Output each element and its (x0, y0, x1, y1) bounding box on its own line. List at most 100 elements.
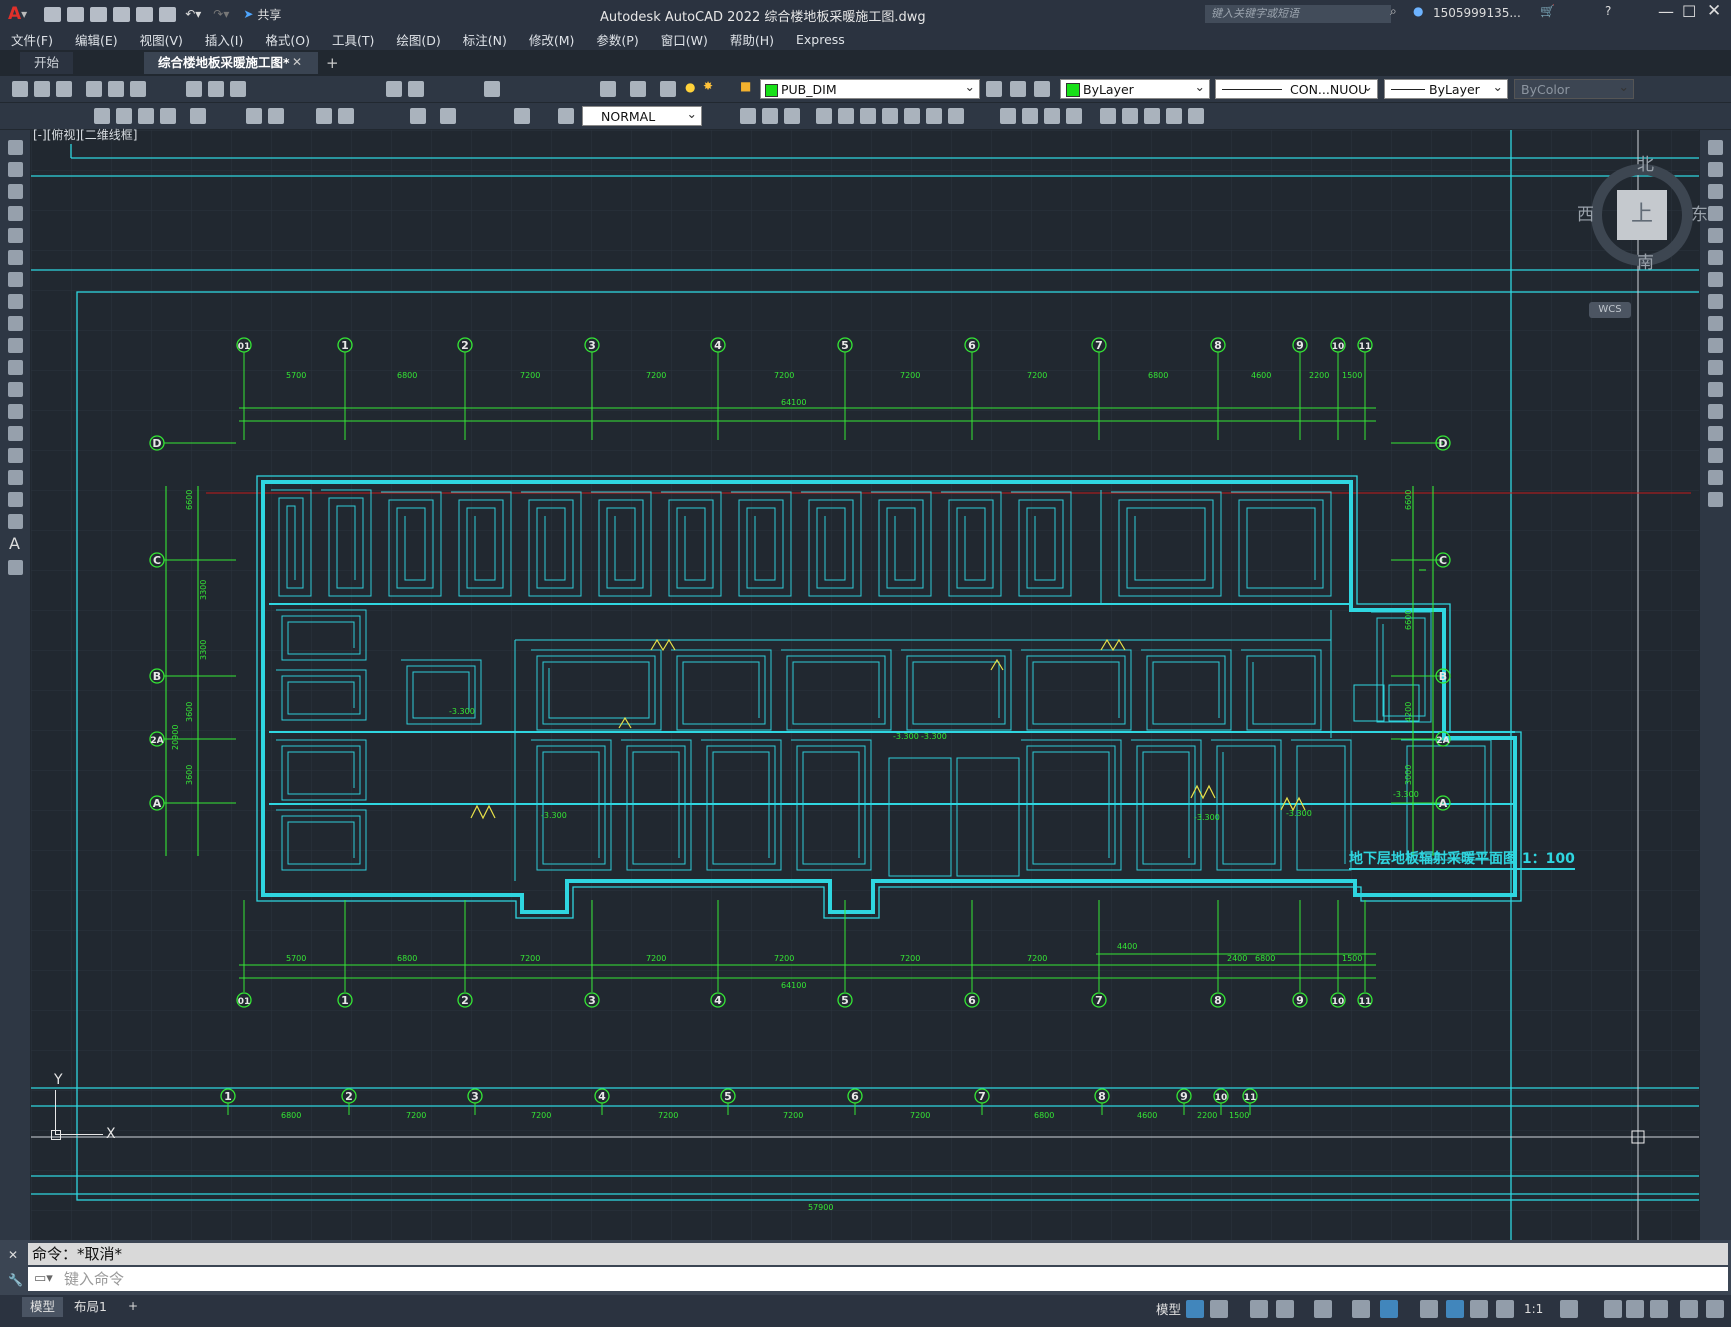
preview-icon[interactable] (108, 81, 124, 97)
wcs-button[interactable]: WCS (1589, 302, 1631, 318)
viewport-label[interactable]: [-][俯视][二维线框] (33, 126, 137, 143)
menu-express[interactable]: Express (796, 32, 845, 47)
break-icon[interactable] (1000, 108, 1016, 124)
join-right-icon[interactable] (1708, 404, 1723, 419)
hatch-icon[interactable] (8, 448, 23, 463)
lineweight-dropdown[interactable]: ByLayer (1384, 77, 1508, 99)
menu-parametric[interactable]: 参数(P) (596, 30, 638, 49)
menu-file[interactable]: 文件(F) (11, 30, 53, 49)
layer-dropdown[interactable]: PUB_DIM (760, 77, 980, 99)
color-dropdown[interactable]: ByLayer (1060, 77, 1210, 99)
spline-icon[interactable] (8, 316, 23, 331)
arc-dim-icon[interactable] (138, 108, 154, 124)
layer-state-icon[interactable] (1010, 81, 1026, 97)
chamfer-right-icon[interactable] (1708, 426, 1723, 441)
annotation-monitor-icon[interactable] (1604, 1300, 1622, 1318)
annotation-visibility-icon[interactable] (1446, 1300, 1464, 1318)
tab-start[interactable]: 开始 (20, 52, 74, 74)
lineweight-toggle-icon[interactable] (1420, 1300, 1438, 1318)
region-icon[interactable] (8, 492, 23, 507)
command-input[interactable]: 键入命令 (28, 1267, 1728, 1291)
menu-tools[interactable]: 工具(T) (332, 30, 374, 49)
linear-dim-icon[interactable] (94, 108, 110, 124)
save-file-icon[interactable] (56, 81, 72, 97)
attribute-icon[interactable] (1166, 108, 1182, 124)
menu-view[interactable]: 视图(V) (140, 30, 183, 49)
menu-format[interactable]: 格式(O) (265, 30, 310, 49)
mirror-right-icon[interactable] (1708, 184, 1723, 199)
gradient-icon[interactable] (8, 470, 23, 485)
blend-right-icon[interactable] (1708, 470, 1723, 485)
dimtedit-icon[interactable] (558, 108, 574, 124)
diameter-dim-icon[interactable] (246, 108, 262, 124)
extend-icon[interactable] (948, 108, 964, 124)
center-mark-icon[interactable] (440, 108, 456, 124)
drawing-canvas[interactable]: -3.300 -3.300 -3.300 -3.300 -3.300 -3.30… (31, 128, 1708, 1240)
save-icon[interactable] (90, 6, 108, 22)
polyline-icon[interactable] (8, 184, 23, 199)
calculator-icon[interactable] (600, 81, 616, 97)
plotstyle-dropdown[interactable]: ByColor (1514, 77, 1634, 99)
help-tb-icon[interactable] (630, 81, 646, 97)
viewcube-west[interactable]: 西 (1577, 200, 1594, 225)
scale-right-icon[interactable] (1708, 294, 1723, 309)
ortho-icon[interactable] (1250, 1300, 1268, 1318)
command-prompt-icon[interactable]: ▭▾ (34, 1271, 53, 1286)
snap-mode-icon[interactable] (1210, 1300, 1228, 1318)
object-snap-icon[interactable] (1380, 1300, 1398, 1318)
grid-display-icon[interactable] (1186, 1300, 1204, 1318)
fillet-right-icon[interactable] (1708, 448, 1723, 463)
help-icon[interactable]: ? (1605, 4, 1611, 18)
aligned-dim-icon[interactable] (116, 108, 132, 124)
quick-properties-icon[interactable] (1650, 1300, 1668, 1318)
add-selected-icon[interactable] (8, 560, 23, 575)
ordinate-dim-icon[interactable] (160, 108, 176, 124)
layer-match-icon[interactable] (1034, 81, 1050, 97)
mtext-icon[interactable]: A (9, 534, 20, 553)
auto-scale-icon[interactable] (1470, 1300, 1488, 1318)
revcloud-icon[interactable] (8, 294, 23, 309)
circle-icon[interactable] (8, 272, 23, 287)
erase-icon[interactable] (1708, 140, 1723, 155)
menu-insert[interactable]: 插入(I) (205, 30, 243, 49)
sun-icon[interactable]: ✸ (703, 79, 713, 93)
annotation-scale-value[interactable]: 1:1 (1524, 1302, 1543, 1316)
viewcube-south[interactable]: 南 (1637, 248, 1654, 273)
customize-command-icon[interactable]: 🔧 (8, 1273, 23, 1287)
close-button[interactable]: ✕ (1707, 1, 1721, 21)
lightbulb-icon[interactable]: ● (685, 80, 695, 94)
rectangle-icon[interactable] (8, 228, 23, 243)
plot-icon[interactable] (159, 6, 177, 22)
stretch-icon[interactable] (904, 108, 920, 124)
break-right-icon[interactable] (1708, 382, 1723, 397)
extend-right-icon[interactable] (1708, 360, 1723, 375)
fillet-icon[interactable] (1066, 108, 1082, 124)
close-tab-icon[interactable]: ✕ (292, 55, 302, 69)
search-box[interactable]: 键入关键字或短语 (1205, 5, 1391, 23)
move-right-icon[interactable] (1708, 250, 1723, 265)
clean-screen-icon[interactable] (1680, 1300, 1698, 1318)
line-tool-icon[interactable] (8, 140, 23, 155)
polygon-icon[interactable] (8, 206, 23, 221)
workspace-gear-icon[interactable] (1560, 1300, 1578, 1318)
print-icon[interactable] (86, 81, 102, 97)
rotate-right-icon[interactable] (1708, 272, 1723, 287)
minimize-button[interactable]: — (1658, 2, 1674, 21)
layer-previous-icon[interactable] (986, 81, 1002, 97)
dimstyle-dropdown[interactable]: NORMAL (582, 104, 702, 126)
insert-block-icon[interactable] (1144, 108, 1160, 124)
user-icon[interactable]: ● (1413, 4, 1423, 18)
customization-icon[interactable] (1706, 1300, 1724, 1318)
cut-icon[interactable] (186, 81, 202, 97)
share-button[interactable]: 共享 (257, 6, 281, 23)
menu-window[interactable]: 窗口(W) (661, 30, 708, 49)
tab-layout1[interactable]: 布局1 (66, 1297, 115, 1317)
array-right-icon[interactable] (1708, 228, 1723, 243)
menu-dimension[interactable]: 标注(N) (463, 30, 507, 49)
user-name[interactable]: 1505999135... (1433, 6, 1521, 20)
menu-modify[interactable]: 修改(M) (529, 30, 575, 49)
array-icon[interactable] (816, 108, 832, 124)
search-icon[interactable]: ⌕ (1390, 4, 1397, 19)
block-icon[interactable] (1122, 108, 1138, 124)
new-tab-icon[interactable]: + (326, 54, 339, 72)
